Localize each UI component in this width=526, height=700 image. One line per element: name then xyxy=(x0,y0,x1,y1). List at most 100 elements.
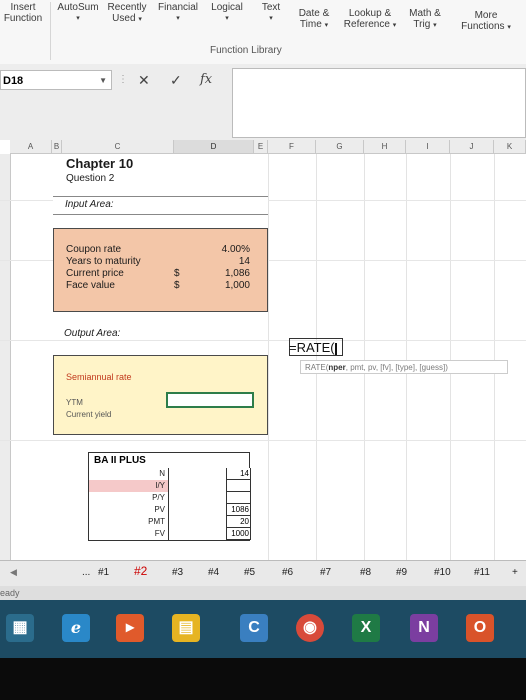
media-icon[interactable]: ▸ xyxy=(116,614,144,642)
years-to-maturity-label: Years to maturity xyxy=(66,256,141,267)
calc-label-pmt: PMT xyxy=(89,516,169,528)
calculator-table: BA II PLUS N 14 I/Y P/Y PV 1086 PMT 20 FV 10… xyxy=(88,452,251,541)
edge-icon[interactable]: C xyxy=(240,614,268,642)
coupon-rate-value[interactable]: 4.00% xyxy=(214,244,250,255)
chevron-down-icon: ▾ xyxy=(176,15,180,22)
chevron-down-icon: ▾ xyxy=(225,15,229,22)
active-cell[interactable] xyxy=(166,392,254,408)
current-price-value[interactable]: 1,086 xyxy=(214,268,250,279)
column-header-c[interactable]: C xyxy=(62,140,174,154)
formula-input[interactable] xyxy=(232,68,526,138)
calc-value-fv[interactable]: 1000 xyxy=(226,528,251,540)
semiannual-rate-label: Semiannual rate xyxy=(66,372,132,382)
math-trig-label: Math & xyxy=(409,8,441,19)
calc-value-n[interactable]: 14 xyxy=(226,468,251,480)
files-icon[interactable]: ▤ xyxy=(172,614,200,642)
more-functions-button[interactable]: More Functions ▾ xyxy=(448,10,524,33)
input-area-row: Input Area: xyxy=(53,196,268,215)
autosum-button[interactable]: AutoSum ▾ xyxy=(54,2,102,24)
windows-icon[interactable]: ▦ xyxy=(6,614,34,642)
text-cursor xyxy=(334,342,337,355)
calc-label-py: P/Y xyxy=(89,492,169,504)
ytm-label: YTM xyxy=(66,398,83,407)
sheet-tab-8[interactable]: #8 xyxy=(360,567,371,578)
years-to-maturity-value[interactable]: 14 xyxy=(214,256,250,267)
column-header-d[interactable]: D xyxy=(174,140,254,154)
sheet-tab-2[interactable]: #2 xyxy=(134,564,147,578)
dollar-sign: $ xyxy=(174,280,180,291)
fx-icon[interactable]: fx xyxy=(200,72,212,87)
chevron-down-icon[interactable]: ▼ xyxy=(99,71,107,91)
insert-function-button[interactable]: Insert Function xyxy=(0,2,46,24)
date-time-button[interactable]: Date & Time ▾ xyxy=(292,8,336,31)
math-trig-button[interactable]: Math & Trig ▾ xyxy=(404,8,446,31)
office-icon[interactable]: O xyxy=(466,614,494,642)
text-button[interactable]: Text ▾ xyxy=(256,2,286,24)
financial-button[interactable]: Financial ▾ xyxy=(156,2,200,24)
column-header-e[interactable]: E xyxy=(254,140,268,154)
calc-row: PMT 20 xyxy=(88,516,251,528)
calc-value-iy[interactable] xyxy=(226,480,251,492)
text-label: Text xyxy=(261,2,281,13)
recently-used-label-2: Used xyxy=(112,13,136,24)
column-header-j[interactable]: J xyxy=(450,140,494,154)
input-area-label: Input Area: xyxy=(65,199,114,210)
face-value-value[interactable]: 1,000 xyxy=(214,280,250,291)
tabs-overflow[interactable]: ... xyxy=(82,567,90,578)
sheet-tab-10[interactable]: #10 xyxy=(434,567,451,578)
logical-label: Logical xyxy=(211,2,243,13)
rate-formula-text: =RATE( xyxy=(289,340,337,355)
date-time-label-2: Time xyxy=(299,19,322,30)
more-functions-label: More xyxy=(474,10,498,21)
chevron-down-icon: ▾ xyxy=(324,22,329,29)
lookup-reference-button[interactable]: Lookup & Reference ▾ xyxy=(338,8,402,31)
sheet-tab-6[interactable]: #6 xyxy=(282,567,293,578)
sheet-tab-7[interactable]: #7 xyxy=(320,567,331,578)
sheet-tab-5[interactable]: #5 xyxy=(244,567,255,578)
taskbar: ▦ e ▸ ▤ C ◉ X N O xyxy=(0,600,526,658)
column-header-b[interactable]: B xyxy=(52,140,62,154)
lookup-reference-label-2: Reference xyxy=(343,19,390,30)
sheet-tab-11[interactable]: #11 xyxy=(474,567,490,578)
calc-value-pmt[interactable]: 20 xyxy=(226,516,251,528)
more-functions-label-2: Functions xyxy=(461,21,505,32)
autosum-label: AutoSum xyxy=(57,2,99,13)
column-header-h[interactable]: H xyxy=(364,140,406,154)
enter-check-icon[interactable]: ✓ xyxy=(170,72,182,89)
excel-icon[interactable]: X xyxy=(352,614,380,642)
insert-function-label-2: Function xyxy=(3,13,43,24)
sheet-tab-4[interactable]: #4 xyxy=(208,567,219,578)
calc-row: PV 1086 xyxy=(88,504,251,516)
sheet-tab-1[interactable]: #1 xyxy=(98,567,109,578)
rate-formula-value: =RATE( xyxy=(289,340,335,355)
name-box-value: D18 xyxy=(3,75,24,87)
column-header-g[interactable]: G xyxy=(316,140,364,154)
column-header-k[interactable]: K xyxy=(494,140,526,154)
calc-row: P/Y xyxy=(88,492,251,504)
column-header-i[interactable]: I xyxy=(406,140,450,154)
output-area-label: Output Area: xyxy=(64,328,121,339)
column-header-a[interactable]: A xyxy=(10,140,52,154)
ie-icon[interactable]: e xyxy=(62,614,90,642)
recently-used-button[interactable]: Recently Used ▾ xyxy=(102,2,152,25)
calc-label-fv: FV xyxy=(89,528,169,540)
screen-bezel xyxy=(0,658,526,700)
cancel-icon[interactable]: ✕ xyxy=(138,72,150,89)
scroll-left-icon[interactable]: ◀ xyxy=(10,567,17,578)
name-box[interactable]: D18 ▼ xyxy=(0,70,112,90)
calc-row: I/Y xyxy=(88,480,251,492)
onenote-icon[interactable]: N xyxy=(410,614,438,642)
new-sheet-icon[interactable]: + xyxy=(512,567,518,578)
worksheet-grid[interactable]: A B C D E F G H I J K Chapter 10 Questio… xyxy=(0,140,526,560)
logical-button[interactable]: Logical ▾ xyxy=(202,2,252,24)
chrome-icon[interactable]: ◉ xyxy=(296,614,324,642)
function-tooltip[interactable]: RATE(nper, pmt, pv, [fv], [type], [guess… xyxy=(300,360,508,374)
calc-value-pv[interactable]: 1086 xyxy=(226,504,251,516)
column-header-f[interactable]: F xyxy=(268,140,316,154)
sheet-tab-3[interactable]: #3 xyxy=(172,567,183,578)
sheet-tab-9[interactable]: #9 xyxy=(396,567,407,578)
sheet-tabs-bar: ◀ ... #1 #2 #3 #4 #5 #6 #7 #8 #9 #10 #11… xyxy=(0,560,526,587)
tooltip-function-name: RATE( xyxy=(305,363,329,372)
calc-value-py[interactable] xyxy=(226,492,251,504)
current-price-label: Current price xyxy=(66,268,124,279)
